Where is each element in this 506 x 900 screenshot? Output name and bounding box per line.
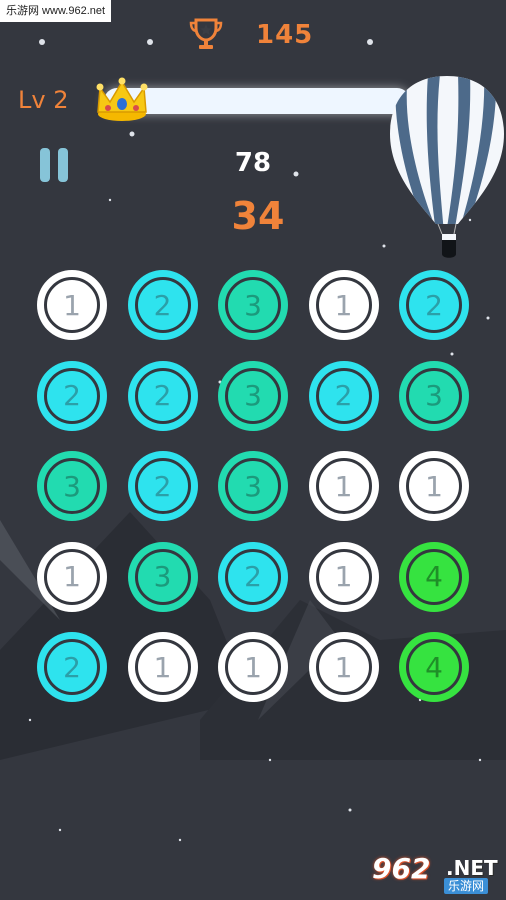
tile-value: 2 bbox=[134, 367, 191, 424]
best-score: 145 bbox=[256, 20, 314, 50]
tile[interactable]: 2 bbox=[127, 360, 198, 431]
tile[interactable]: 3 bbox=[218, 360, 288, 431]
tile[interactable]: 2 bbox=[37, 632, 107, 702]
tile-value: 1 bbox=[406, 458, 462, 514]
tile-value: 1 bbox=[315, 639, 372, 695]
tile-value: 1 bbox=[315, 277, 372, 333]
watermark-bottom: 962 .NET 乐游网 bbox=[366, 850, 502, 896]
tile-value: 2 bbox=[315, 367, 372, 424]
tile-value: 1 bbox=[225, 639, 281, 695]
tile[interactable]: 1 bbox=[308, 270, 379, 340]
tile-value: 1 bbox=[315, 548, 372, 605]
tile[interactable]: 4 bbox=[399, 632, 469, 702]
crown-icon bbox=[96, 77, 148, 121]
tile[interactable]: 2 bbox=[399, 270, 469, 340]
tile[interactable]: 2 bbox=[308, 360, 379, 431]
watermark-top: 乐游网 www.962.net bbox=[0, 0, 112, 22]
tile-value: 1 bbox=[44, 548, 100, 605]
tile[interactable]: 1 bbox=[218, 632, 288, 702]
tile[interactable]: 1 bbox=[399, 451, 469, 521]
tile-value: 1 bbox=[315, 458, 372, 514]
star bbox=[382, 244, 386, 248]
star bbox=[450, 352, 454, 356]
star bbox=[268, 758, 272, 762]
tile-value: 2 bbox=[225, 548, 281, 605]
level-label: Lv 2 bbox=[18, 86, 69, 114]
watermark-brand: 962 bbox=[372, 852, 431, 885]
tile[interactable]: 1 bbox=[37, 270, 107, 340]
tile-value: 3 bbox=[44, 458, 100, 514]
star bbox=[147, 39, 153, 45]
tile-value: 2 bbox=[134, 458, 191, 514]
star bbox=[478, 758, 482, 762]
tile-value: 2 bbox=[44, 367, 100, 424]
tile[interactable]: 1 bbox=[37, 541, 107, 612]
tile-value: 3 bbox=[225, 277, 281, 333]
watermark-suffix: .NET bbox=[446, 856, 498, 880]
tile[interactable]: 1 bbox=[308, 632, 379, 702]
tile-value: 2 bbox=[44, 639, 100, 695]
star bbox=[178, 838, 182, 842]
tile-value: 1 bbox=[134, 639, 191, 695]
tile-value: 2 bbox=[134, 277, 191, 333]
tile[interactable]: 2 bbox=[37, 360, 107, 431]
tile[interactable]: 1 bbox=[308, 541, 379, 612]
tile[interactable]: 4 bbox=[399, 541, 469, 612]
star bbox=[58, 828, 62, 832]
star bbox=[39, 39, 45, 45]
tile[interactable]: 3 bbox=[218, 270, 288, 340]
watermark-cn: 乐游网 bbox=[444, 878, 489, 894]
hot-air-balloon bbox=[390, 76, 504, 258]
tile[interactable]: 2 bbox=[218, 541, 288, 612]
trophy-icon bbox=[189, 18, 223, 49]
tile-value: 3 bbox=[225, 367, 281, 424]
tile[interactable]: 3 bbox=[399, 360, 469, 431]
tile[interactable]: 2 bbox=[127, 270, 198, 340]
tile[interactable]: 2 bbox=[127, 451, 198, 521]
tile-value: 3 bbox=[225, 458, 281, 514]
tile[interactable]: 3 bbox=[37, 451, 107, 521]
tile-value: 3 bbox=[134, 548, 191, 605]
game-screen: 乐游网 www.962.net 145 Lv 2 78 34 1 2 3 1 2… bbox=[0, 0, 506, 900]
tile[interactable]: 1 bbox=[127, 632, 198, 702]
tile[interactable]: 1 bbox=[308, 451, 379, 521]
tile-value: 4 bbox=[406, 548, 462, 605]
tile-value: 3 bbox=[406, 367, 462, 424]
tile[interactable]: 3 bbox=[127, 541, 198, 612]
star bbox=[348, 808, 352, 812]
tile-value: 1 bbox=[44, 277, 100, 333]
star bbox=[367, 39, 373, 45]
tile-value: 4 bbox=[406, 639, 462, 695]
star bbox=[129, 131, 135, 137]
tile[interactable]: 3 bbox=[218, 451, 288, 521]
star bbox=[486, 316, 490, 320]
star bbox=[28, 718, 32, 722]
tile-value: 2 bbox=[406, 277, 462, 333]
